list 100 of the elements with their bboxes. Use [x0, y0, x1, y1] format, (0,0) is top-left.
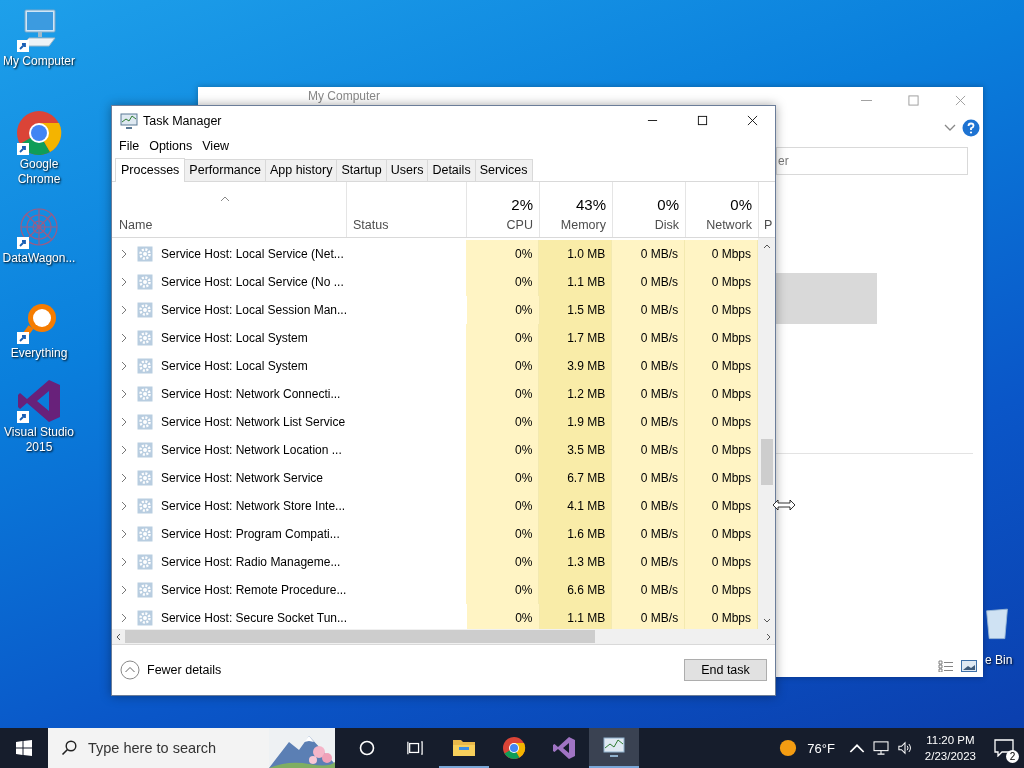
table-cell: 0% [514, 443, 533, 457]
usage-percent: 0% [657, 196, 679, 213]
process-name[interactable]: Service Host: Network Store Inte... [161, 499, 346, 513]
column-header[interactable]: Disk [654, 218, 679, 232]
tab[interactable]: Users [385, 159, 429, 181]
taskbar-app[interactable] [589, 728, 639, 768]
table-cell: 1.9 MB [567, 415, 606, 429]
scroll-right-icon[interactable] [766, 632, 771, 641]
tab[interactable]: App history [264, 159, 338, 181]
usage-percent: 2% [511, 196, 533, 213]
menu-item[interactable]: File [119, 139, 140, 153]
desktop-icon-label[interactable]: Visual Studio 2015 [0, 425, 78, 455]
column-header[interactable]: P [764, 218, 775, 232]
table-cell: 0 MB/s [640, 527, 679, 541]
table-cell: 0 Mbps [711, 303, 751, 317]
monitor-chart-icon[interactable] [602, 735, 626, 759]
search-icon [61, 740, 77, 756]
table-cell: 0 Mbps [711, 471, 751, 485]
menu-item[interactable]: View [202, 139, 230, 153]
search-field[interactable]: Type here to search [48, 728, 335, 768]
scroll-thumb[interactable] [760, 439, 773, 485]
gear-icon [137, 246, 153, 262]
horizontal-scrollbar[interactable] [112, 629, 775, 645]
table-cell: 0 Mbps [711, 443, 751, 457]
tab[interactable]: Services [474, 159, 533, 181]
process-name[interactable]: Service Host: Network List Service [161, 415, 346, 429]
table-cell: 0 Mbps [711, 247, 751, 261]
table-cell: 0% [514, 275, 533, 289]
help-icon[interactable] [962, 119, 980, 137]
table-cell: 0% [514, 555, 533, 569]
desktop-icon-label[interactable]: e Bin [985, 653, 1013, 667]
process-name[interactable]: Service Host: Program Compati... [161, 527, 340, 541]
table-cell: 1.2 MB [567, 387, 606, 401]
desktop-icon-label[interactable]: DataWagon... [0, 251, 78, 266]
column-header[interactable]: Network [706, 218, 752, 232]
visual-studio-icon[interactable] [552, 736, 576, 760]
table-cell: 0 Mbps [711, 387, 751, 401]
table-cell: 0 MB/s [640, 247, 679, 261]
process-name[interactable]: Service Host: Remote Procedure... [161, 583, 347, 597]
table-cell: 1.6 MB [567, 527, 606, 541]
table-cell: 0% [514, 527, 533, 541]
process-name[interactable]: Service Host: Local Session Man... [160, 303, 347, 317]
table-cell: 1.1 MB [567, 611, 606, 625]
details-view-icon[interactable] [938, 660, 954, 672]
column-header[interactable]: Memory [560, 218, 606, 232]
clock-date[interactable]: 2/23/2023 [924, 748, 976, 764]
search-placeholder: Type here to search [88, 740, 217, 756]
tab[interactable]: Details [427, 159, 476, 181]
tab[interactable]: Startup [336, 159, 387, 181]
table-cell: 4.1 MB [567, 499, 606, 513]
temperature[interactable]: 76°F [807, 740, 835, 756]
column-header[interactable]: Name [119, 218, 153, 232]
process-name[interactable]: Service Host: Network Service [161, 471, 324, 485]
gear-icon [137, 582, 153, 598]
column-header[interactable]: CPU [506, 218, 533, 232]
sun-icon[interactable] [779, 739, 798, 757]
gear-icon [136, 610, 153, 626]
sort-caret-icon[interactable] [220, 196, 230, 202]
notification-count: 2 [1006, 750, 1019, 763]
scroll-up-icon[interactable] [762, 244, 771, 249]
process-name[interactable]: Service Host: Network Connecti... [161, 387, 341, 401]
desktop-icon-label[interactable]: Everything [0, 346, 78, 361]
search-field[interactable]: er [776, 147, 968, 175]
process-name[interactable]: Service Host: Secure Socket Tun... [160, 611, 347, 625]
gear-icon [137, 526, 153, 542]
table-cell: 0% [514, 247, 533, 261]
process-name[interactable]: Service Host: Local Service (Net... [161, 247, 344, 261]
window-title: Task Manager [143, 113, 222, 128]
gear-icon [137, 554, 153, 570]
clock-time[interactable]: 11:20 PM [926, 732, 975, 748]
table-cell: 1.0 MB [567, 247, 606, 261]
scroll-thumb[interactable] [125, 630, 595, 643]
fewer-details-link[interactable]: Fewer details [147, 663, 222, 677]
visual-studio-icon[interactable] [15, 377, 63, 425]
collapse-icon[interactable] [120, 660, 140, 680]
menu-item[interactable]: Options [149, 139, 193, 153]
table-cell: 1.5 MB [567, 303, 606, 317]
end-task-button[interactable]: End task [684, 659, 767, 681]
process-name[interactable]: Service Host: Radio Manageme... [161, 555, 341, 569]
process-name[interactable]: Service Host: Local System [161, 331, 308, 345]
gear-icon [137, 442, 153, 458]
table-cell: 0% [514, 583, 533, 597]
table-cell: 0 MB/s [640, 331, 679, 345]
table-cell: 0 Mbps [711, 359, 751, 373]
table-cell: 0 MB/s [640, 415, 679, 429]
process-name[interactable]: Service Host: Network Location ... [161, 443, 342, 457]
tab[interactable]: Processes [115, 158, 186, 182]
table-cell: 0 MB/s [640, 611, 679, 625]
table-cell: 0 MB/s [640, 303, 679, 317]
tab[interactable]: Performance [184, 159, 266, 181]
column-header[interactable]: Status [353, 218, 466, 232]
scroll-left-icon[interactable] [116, 632, 121, 641]
chrome-icon[interactable] [502, 736, 526, 760]
scroll-down-icon[interactable] [762, 618, 771, 623]
thumbnail-view-icon[interactable] [961, 660, 977, 672]
usage-percent: 0% [730, 196, 752, 213]
process-name[interactable]: Service Host: Local System [161, 359, 308, 373]
vertical-scrollbar[interactable] [758, 238, 775, 629]
process-name[interactable]: Service Host: Local Service (No ... [161, 275, 344, 289]
chevron-icon[interactable] [944, 124, 956, 132]
